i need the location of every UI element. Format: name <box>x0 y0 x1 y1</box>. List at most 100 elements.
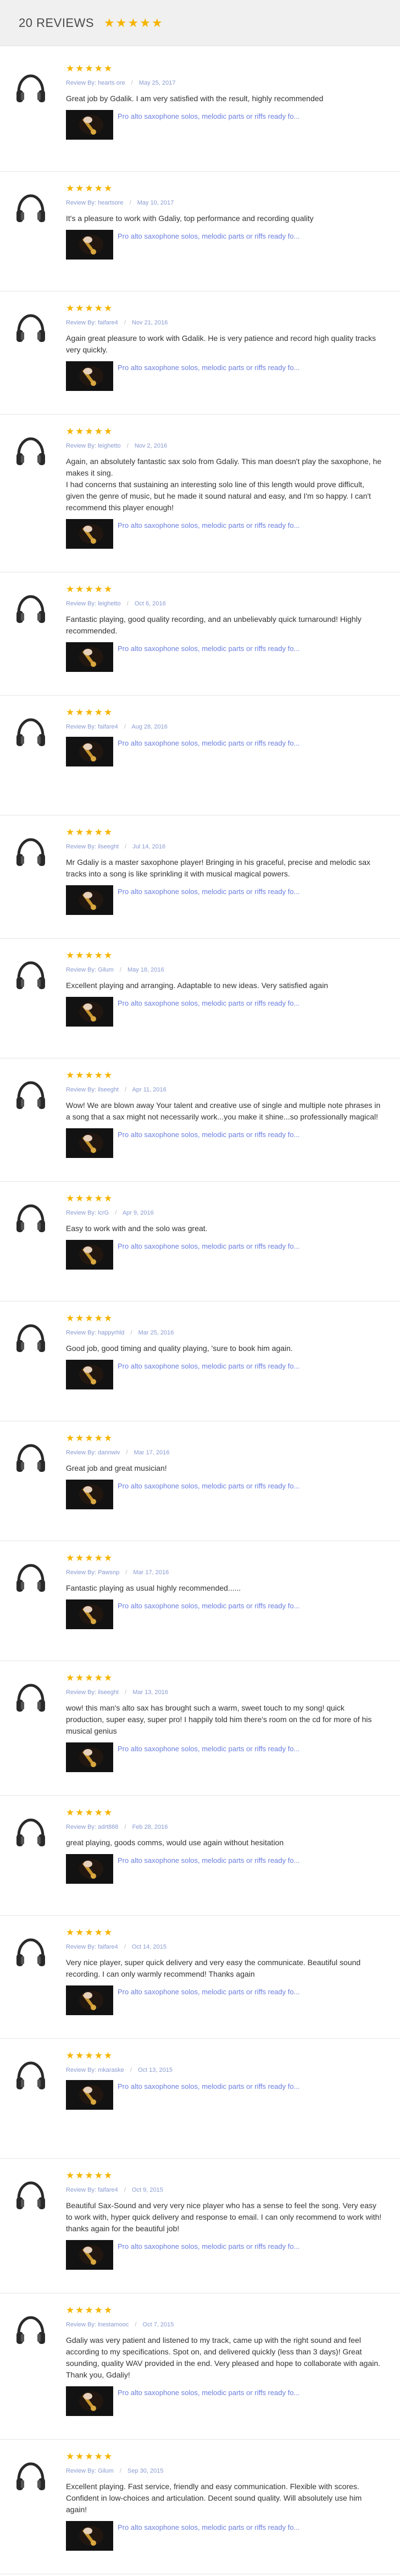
product-link[interactable]: Pro alto saxophone solos, melodic parts … <box>118 1602 299 1610</box>
review-author[interactable]: faifare4 <box>98 319 118 326</box>
product-link[interactable]: Pro alto saxophone solos, melodic parts … <box>118 887 299 896</box>
star-icon: ★ <box>85 1927 93 1938</box>
product-link[interactable]: Pro alto saxophone solos, melodic parts … <box>118 1482 299 1490</box>
product-thumbnail[interactable] <box>66 1360 113 1389</box>
product-thumbnail[interactable] <box>66 1985 113 2015</box>
review-author[interactable]: faifare4 <box>98 1944 118 1950</box>
review-author[interactable]: hearts ore <box>98 80 125 86</box>
product-row: Pro alto saxophone solos, melodic parts … <box>66 1240 384 1270</box>
product-thumbnail[interactable] <box>66 2521 113 2551</box>
product-thumbnail[interactable] <box>66 1480 113 1509</box>
review-by-label: Review By: <box>66 200 98 206</box>
star-icon: ★ <box>75 1313 84 1323</box>
review-author[interactable]: ilseeght <box>98 1086 119 1093</box>
review-author[interactable]: faifare4 <box>98 724 118 730</box>
review-date: May 18, 2016 <box>127 967 164 973</box>
review-author[interactable]: lcrG <box>98 1210 109 1216</box>
review-author[interactable]: leighetto <box>98 600 121 607</box>
product-thumbnail[interactable] <box>66 2080 113 2110</box>
product-link[interactable]: Pro alto saxophone solos, melodic parts … <box>118 363 299 372</box>
star-icon: ★ <box>75 827 84 837</box>
review-author[interactable]: Gilum <box>98 2468 114 2474</box>
product-thumbnail[interactable] <box>66 230 113 260</box>
review-rating-stars: ★ ★ ★ ★ ★ <box>66 828 112 837</box>
product-thumbnail[interactable] <box>66 1742 113 1772</box>
review-item: ★ ★ ★ ★ ★ Review By: ilseeght / Apr 11, 2016… <box>0 1058 400 1182</box>
star-icon: ★ <box>66 1673 75 1683</box>
product-thumbnail[interactable] <box>66 1854 113 1884</box>
review-rating-stars: ★ ★ ★ ★ ★ <box>66 951 112 960</box>
product-thumbnail[interactable] <box>66 361 113 391</box>
review-author[interactable]: Pawsnp <box>98 1569 119 1576</box>
product-thumbnail[interactable] <box>66 1128 113 1158</box>
product-thumbnail[interactable] <box>66 997 113 1027</box>
review-item: ★ ★ ★ ★ ★ Review By: hearts ore / May 25, 20… <box>0 52 400 172</box>
review-meta: Review By: Pawsnp / Mar 17, 2016 <box>66 1569 384 1576</box>
product-link[interactable]: Pro alto saxophone solos, melodic parts … <box>118 2082 299 2090</box>
star-icon: ★ <box>104 1807 113 1818</box>
review-date: Oct 14, 2015 <box>131 1944 166 1950</box>
headphones-avatar-icon <box>13 434 48 470</box>
star-icon: ★ <box>94 584 103 594</box>
review-item: ★ ★ ★ ★ ★ Review By: faifare4 / Nov 21, 2016… <box>0 291 400 415</box>
product-thumbnail[interactable] <box>66 737 113 766</box>
product-link[interactable]: Pro alto saxophone solos, melodic parts … <box>118 1745 299 1753</box>
review-author[interactable]: ilseeght <box>98 843 119 850</box>
review-author[interactable]: leighetto <box>98 443 121 449</box>
product-thumbnail[interactable] <box>66 642 113 672</box>
product-link[interactable]: Pro alto saxophone solos, melodic parts … <box>118 232 299 240</box>
review-author[interactable]: faifare4 <box>98 2187 118 2193</box>
product-link[interactable]: Pro alto saxophone solos, melodic parts … <box>118 999 299 1007</box>
product-link[interactable]: Pro alto saxophone solos, melodic parts … <box>118 2523 299 2531</box>
star-icon: ★ <box>104 426 113 437</box>
star-icon: ★ <box>85 1070 93 1080</box>
review-author[interactable]: mkaraske <box>98 2067 124 2073</box>
product-thumbnail[interactable] <box>66 110 113 140</box>
review-item: ★ ★ ★ ★ ★ Review By: Gilum / May 18, 2016 Ex… <box>0 939 400 1058</box>
review-author[interactable]: dannwiv <box>98 1449 120 1456</box>
product-row: Pro alto saxophone solos, melodic parts … <box>66 1360 384 1389</box>
review-date: Feb 28, 2016 <box>132 1824 168 1830</box>
product-link[interactable]: Pro alto saxophone solos, melodic parts … <box>118 1856 299 1865</box>
product-row: Pro alto saxophone solos, melodic parts … <box>66 2240 384 2270</box>
product-link[interactable]: Pro alto saxophone solos, melodic parts … <box>118 521 299 529</box>
product-thumbnail[interactable] <box>66 2240 113 2270</box>
product-link[interactable]: Pro alto saxophone solos, melodic parts … <box>118 1130 299 1139</box>
product-thumbnail[interactable] <box>66 1240 113 1270</box>
product-row: Pro alto saxophone solos, melodic parts … <box>66 1985 384 2015</box>
review-author[interactable]: Gilum <box>98 967 114 973</box>
star-icon: ★ <box>104 183 113 194</box>
reviews-header: 20 REVIEWS ★ ★ ★ ★ ★ <box>0 0 400 46</box>
review-by-label: Review By: <box>66 724 98 730</box>
review-author[interactable]: lnestamooc <box>98 2321 129 2328</box>
product-link[interactable]: Pro alto saxophone solos, melodic parts … <box>118 739 299 747</box>
product-row: Pro alto saxophone solos, melodic parts … <box>66 642 384 672</box>
review-author[interactable]: adrt888 <box>98 1824 118 1830</box>
review-date: May 25, 2017 <box>138 80 176 86</box>
product-thumbnail[interactable] <box>66 2386 113 2416</box>
product-link[interactable]: Pro alto saxophone solos, melodic parts … <box>118 2389 299 2397</box>
product-thumbnail[interactable] <box>66 1599 113 1629</box>
product-link[interactable]: Pro alto saxophone solos, melodic parts … <box>118 112 299 120</box>
review-author[interactable]: happyrhld <box>98 1330 124 1336</box>
product-link[interactable]: Pro alto saxophone solos, melodic parts … <box>118 2242 299 2250</box>
headphones-avatar-icon <box>13 1078 48 1113</box>
product-link[interactable]: Pro alto saxophone solos, melodic parts … <box>118 1988 299 1996</box>
review-by-label: Review By: <box>66 843 98 850</box>
product-thumbnail[interactable] <box>66 519 113 549</box>
star-icon: ★ <box>104 15 115 30</box>
product-link[interactable]: Pro alto saxophone solos, melodic parts … <box>118 1362 299 1370</box>
review-text: Beautiful Sax-Sound and very very nice p… <box>66 2201 382 2233</box>
product-link[interactable]: Pro alto saxophone solos, melodic parts … <box>118 1242 299 1250</box>
review-by-label: Review By: <box>66 1569 98 1576</box>
review-text: Good job, good timing and quality playin… <box>66 1344 293 1353</box>
review-rating-stars: ★ ★ ★ ★ ★ <box>66 1808 112 1817</box>
star-icon: ★ <box>66 2451 75 2462</box>
review-by-label: Review By: <box>66 2187 98 2193</box>
review-author[interactable]: heartsore <box>98 200 123 206</box>
star-icon: ★ <box>66 1807 75 1818</box>
meta-separator: / <box>119 2468 121 2474</box>
product-thumbnail[interactable] <box>66 885 113 915</box>
review-author[interactable]: ilseeght <box>98 1689 119 1696</box>
product-link[interactable]: Pro alto saxophone solos, melodic parts … <box>118 644 299 653</box>
